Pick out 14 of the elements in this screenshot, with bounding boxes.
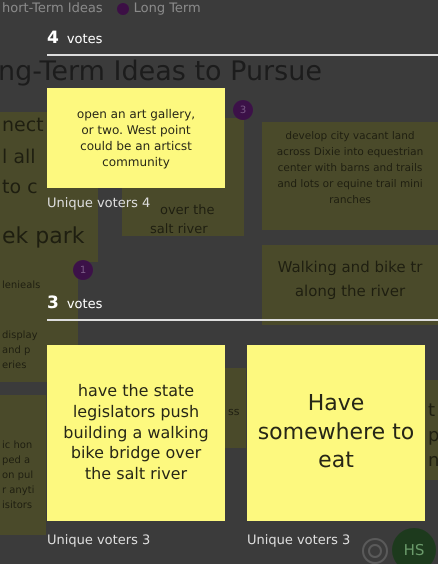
user-avatar: HS xyxy=(392,528,436,564)
legend-label: hort-Term Ideas xyxy=(2,1,103,16)
unique-voters: Unique voters 3 xyxy=(247,533,350,548)
unique-voters: Unique voters 4 xyxy=(47,196,150,211)
sticky-note[interactable]: open an art gallery, or two. West point could be an articst community xyxy=(47,88,225,188)
legend-label: Long Term xyxy=(134,1,201,16)
vote-count: 3 xyxy=(47,293,59,313)
vote-count: 4 xyxy=(47,28,59,48)
sticky-note[interactable]: have the state legislators push building a walking bike bridge over the salt river xyxy=(47,345,225,521)
votes-label: votes xyxy=(66,32,102,47)
unique-voters: Unique voters 3 xyxy=(47,533,150,548)
votes-label: votes xyxy=(66,297,102,312)
count-badge: 3 xyxy=(233,100,253,120)
sticky-note[interactable]: Have somewhere to eat xyxy=(247,345,425,521)
